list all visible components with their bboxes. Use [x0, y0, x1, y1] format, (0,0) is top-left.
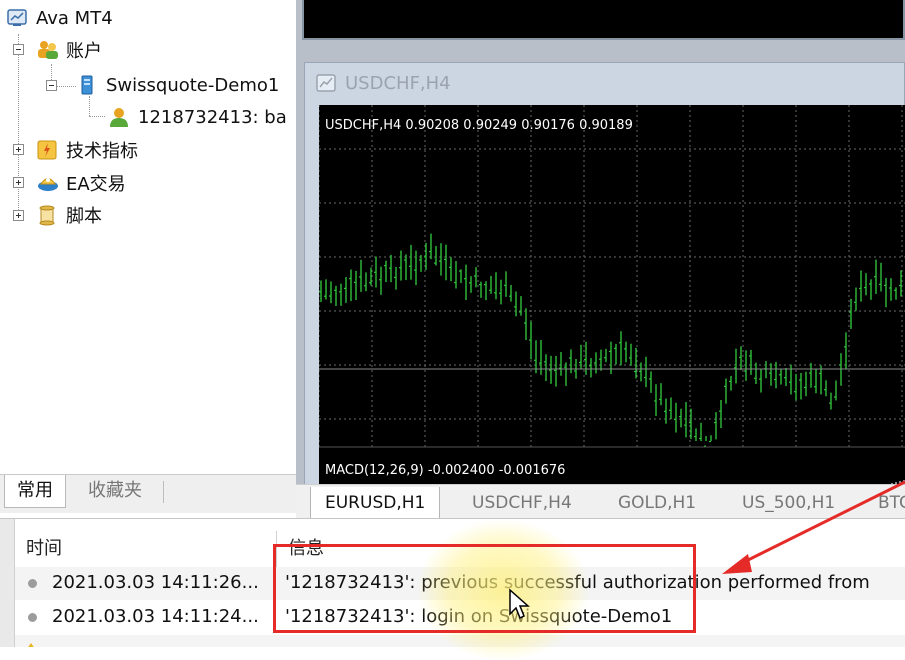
column-header-time[interactable]: 时间: [26, 527, 62, 571]
expert-advisor-icon: [36, 172, 58, 194]
tree-item-account[interactable]: 1218732413: ba: [108, 101, 287, 133]
journal-row-time: 2021.03.03 14:11:24...: [52, 606, 259, 627]
expand-toggle[interactable]: [13, 177, 24, 188]
tab-favorites[interactable]: 收藏夹: [76, 475, 154, 507]
tree-item-indicators[interactable]: 技术指标: [36, 134, 138, 166]
accounts-icon: [36, 39, 58, 61]
collapse-toggle[interactable]: [13, 44, 24, 55]
journal-row-message: '1218732413': previous successful author…: [285, 572, 870, 593]
tree-item-accounts-label: 账户: [66, 41, 102, 62]
price-chart: USDCHF,H4 0.90208 0.90249 0.90176 0.9018…: [318, 105, 905, 493]
chart-window-title-text: USDCHF,H4: [345, 72, 451, 94]
column-separator[interactable]: [276, 531, 277, 567]
navigator-panel: Ava MT4 账户 Swissquote-Demo1 1218732413: …: [0, 0, 296, 478]
journal-row-partial[interactable]: [15, 635, 905, 647]
collapse-toggle[interactable]: [46, 80, 57, 91]
journal-row-time: 2021.03.03 14:11:26...: [52, 572, 259, 593]
terminal-panel: 时间 信息 2021.03.03 14:11:26... '1218732413…: [0, 518, 905, 647]
script-icon: [36, 204, 58, 226]
info-dot-icon: [28, 613, 37, 622]
expand-toggle[interactable]: [13, 144, 24, 155]
column-header-message[interactable]: 信息: [288, 527, 324, 571]
tree-line: [18, 34, 19, 216]
chart-tabs: EURUSD,H1 USDCHF,H4 GOLD,H1 US_500,H1 BT…: [296, 484, 905, 521]
macd-label: MACD(12,26,9) -0.002400 -0.001676: [325, 463, 565, 478]
tree-item-scripts[interactable]: 脚本: [36, 199, 102, 231]
info-dot-icon: [28, 579, 37, 588]
tab-separator: [163, 481, 164, 503]
tree-root[interactable]: Ava MT4: [6, 2, 113, 34]
tree-item-expert-advisors-label: EA交易: [66, 174, 126, 195]
tree-item-expert-advisors[interactable]: EA交易: [36, 167, 126, 199]
tree-root-label: Ava MT4: [36, 7, 113, 29]
chart-tab-us500[interactable]: US_500,H1: [728, 487, 849, 519]
expand-toggle[interactable]: [13, 210, 24, 221]
terminal-icon: [6, 7, 28, 29]
tree-line: [89, 116, 105, 117]
journal-row[interactable]: 2021.03.03 14:11:26... '1218732413': pre…: [15, 567, 905, 600]
tree-item-indicators-label: 技术指标: [66, 141, 138, 162]
chart-info-line: USDCHF,H4 0.90208 0.90249 0.90176 0.9018…: [325, 118, 633, 133]
tree-item-account-label: 1218732413: ba: [138, 106, 287, 128]
tree-item-server-label: Swissquote-Demo1: [106, 74, 280, 96]
chart-area: USDCHF,H4 USDCHF,H4 0.90208 0.90249 0.90…: [296, 0, 905, 518]
chart-tab-btc[interactable]: BTC: [864, 487, 905, 519]
tree-item-scripts-label: 脚本: [66, 206, 102, 227]
chart-icon: [315, 72, 337, 94]
indicator-icon: [36, 139, 58, 161]
journal-row-message: '1218732413': login on Swissquote-Demo1: [285, 606, 673, 627]
chart-window-title: USDCHF,H4: [315, 69, 451, 97]
tree-line: [56, 86, 76, 87]
warning-icon: [23, 643, 39, 647]
chart-tab-usdchf[interactable]: USDCHF,H4: [458, 487, 586, 519]
server-icon: [76, 74, 98, 96]
chart-canvas[interactable]: USDCHF,H4 0.90208 0.90249 0.90176 0.9018…: [318, 105, 905, 495]
tree-item-server[interactable]: Swissquote-Demo1: [76, 69, 279, 101]
navigator-tabs: 常用 收藏夹: [0, 474, 296, 513]
tab-common[interactable]: 常用: [4, 475, 66, 508]
tree-item-accounts[interactable]: 账户: [36, 34, 102, 66]
chart-tab-eurusd[interactable]: EURUSD,H1: [310, 487, 441, 520]
journal-row[interactable]: 2021.03.03 14:11:24... '1218732413': log…: [15, 601, 905, 634]
chart-tab-gold[interactable]: GOLD,H1: [604, 487, 710, 519]
user-icon: [108, 106, 130, 128]
chart-window[interactable]: USDCHF,H4 USDCHF,H4 0.90208 0.90249 0.90…: [304, 62, 905, 495]
terminal-side-bar: [0, 519, 15, 647]
mouse-cursor-icon: [509, 588, 530, 620]
background-chart-window[interactable]: [302, 0, 905, 40]
